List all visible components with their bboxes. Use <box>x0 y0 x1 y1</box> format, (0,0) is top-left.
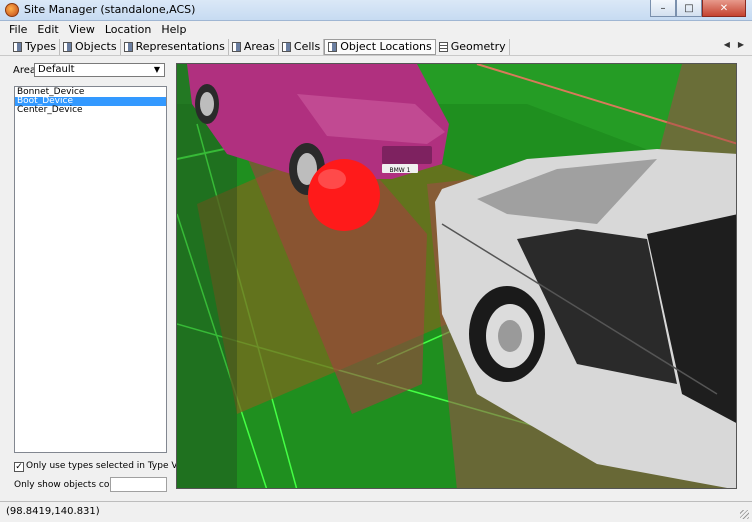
menu-edit[interactable]: Edit <box>32 23 63 36</box>
resize-grip-icon[interactable] <box>740 510 749 519</box>
tab-object-locations[interactable]: Object Locations <box>324 38 436 55</box>
window-controls: – □ ✕ <box>650 0 746 18</box>
3d-viewport[interactable]: BMW 1 <box>176 63 737 489</box>
tab-cells[interactable]: Cells <box>279 38 325 55</box>
license-plate-text: BMW 1 <box>390 167 411 174</box>
tab-label: Types <box>25 40 56 53</box>
status-coordinates: (98.8419,140.831) <box>6 506 100 517</box>
minimize-icon: – <box>660 2 666 14</box>
menu-view[interactable]: View <box>64 23 100 36</box>
tab-objects[interactable]: Objects <box>60 38 121 55</box>
menu-location[interactable]: Location <box>100 23 157 36</box>
window-title: Site Manager (standalone,ACS) <box>24 3 196 16</box>
title-bar: Site Manager (standalone,ACS) – □ ✕ <box>0 0 752 21</box>
representations-icon <box>123 41 133 52</box>
close-button[interactable]: ✕ <box>702 0 746 17</box>
only-use-types-checkbox[interactable]: ✓ <box>14 462 24 472</box>
menu-bar: File Edit View Location Help <box>0 21 752 37</box>
maximize-icon: □ <box>684 2 694 14</box>
status-bar: (98.8419,140.831) <box>0 501 752 522</box>
chevron-down-icon: ▼ <box>153 65 161 74</box>
object-list[interactable]: Bonnet_Device Boot_Device Center_Device <box>14 86 167 453</box>
geometry-icon <box>438 41 448 52</box>
tab-label: Object Locations <box>340 40 432 53</box>
tab-geometry[interactable]: Geometry <box>436 38 510 55</box>
sphere-highlight <box>318 169 346 189</box>
cells-icon <box>281 41 291 52</box>
left-panel: Area: Default ▼ Bonnet_Device Boot_Devic… <box>10 60 193 492</box>
only-show-input[interactable] <box>110 477 167 492</box>
scene-render: BMW 1 <box>177 64 736 488</box>
minimize-button[interactable]: – <box>650 0 676 17</box>
tab-areas[interactable]: Areas <box>229 38 279 55</box>
tab-label: Representations <box>135 40 225 53</box>
maximize-button[interactable]: □ <box>676 0 702 17</box>
check-icon: ✓ <box>15 462 23 472</box>
device-sphere <box>308 159 380 231</box>
list-item[interactable]: Center_Device <box>15 106 166 115</box>
area-select[interactable]: Default ▼ <box>34 63 165 77</box>
tab-label: Objects <box>75 40 117 53</box>
tab-label: Geometry <box>450 40 506 53</box>
area-select-value: Default <box>38 64 75 75</box>
tab-representations[interactable]: Representations <box>121 38 229 55</box>
tab-scroll-arrows: ◀ ▶ <box>724 40 744 49</box>
close-icon: ✕ <box>719 2 729 14</box>
menu-file[interactable]: File <box>4 23 32 36</box>
menu-help[interactable]: Help <box>156 23 191 36</box>
object-locations-icon <box>328 41 338 52</box>
areas-icon <box>231 41 241 52</box>
only-use-types-label: Only use types selected in Type View <box>26 461 193 471</box>
types-icon <box>13 41 22 52</box>
scroll-right-icon[interactable]: ▶ <box>738 40 744 49</box>
view-tabs: Types Objects Representations Areas Cell… <box>0 38 752 56</box>
scroll-left-icon[interactable]: ◀ <box>724 40 730 49</box>
tab-label: Cells <box>293 40 321 53</box>
tab-label: Areas <box>243 40 275 53</box>
objects-icon <box>63 41 72 52</box>
tab-types[interactable]: Types <box>10 38 60 55</box>
app-icon <box>5 3 19 17</box>
